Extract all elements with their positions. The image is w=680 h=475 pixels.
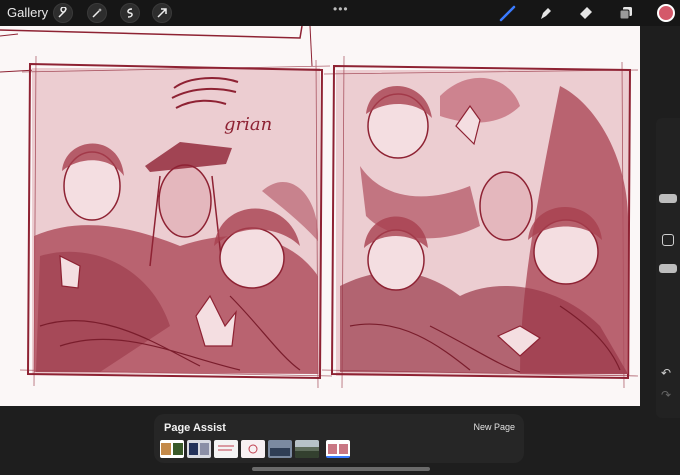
page-assist-panel: Page Assist New Page: [154, 414, 524, 463]
eraser-icon[interactable]: [575, 3, 597, 23]
page-thumbnail[interactable]: [187, 440, 211, 458]
page-thumbnail[interactable]: [268, 440, 292, 458]
side-toolbar: ↶ ↷: [656, 118, 680, 418]
color-picker-button[interactable]: [657, 4, 675, 22]
redo-icon[interactable]: ↷: [661, 388, 671, 402]
comic-panel-right: [321, 55, 639, 389]
page-assist-title: Page Assist: [164, 422, 226, 434]
wrench-icon[interactable]: [53, 3, 73, 23]
modify-button[interactable]: [662, 234, 674, 246]
page-thumbnail[interactable]: [295, 440, 319, 458]
more-options-button[interactable]: •••: [333, 2, 349, 16]
comic-panel-left: grian: [19, 55, 333, 389]
undo-icon[interactable]: ↶: [661, 366, 671, 380]
brush-size-slider[interactable]: [659, 194, 677, 203]
transform-arrow-icon[interactable]: [152, 3, 172, 23]
layers-icon[interactable]: [615, 3, 637, 23]
gallery-button[interactable]: Gallery: [7, 5, 48, 20]
brush-icon[interactable]: [497, 3, 519, 23]
new-page-button[interactable]: New Page: [473, 422, 515, 432]
annotation-text: grian: [224, 114, 272, 135]
page-thumbnail[interactable]: [214, 440, 238, 458]
home-indicator[interactable]: [252, 467, 430, 471]
smudge-icon[interactable]: [535, 3, 557, 23]
drawing-canvas[interactable]: grian: [0, 26, 640, 406]
sketch-artwork: grian: [0, 26, 639, 389]
page-thumbnail[interactable]: [160, 440, 184, 458]
top-toolbar: Gallery •••: [0, 0, 680, 26]
selection-icon[interactable]: [120, 3, 140, 23]
magic-wand-icon[interactable]: [87, 3, 107, 23]
page-thumbnail-selected[interactable]: [326, 440, 350, 458]
brush-opacity-slider[interactable]: [659, 264, 677, 273]
page-thumbnail[interactable]: [241, 440, 265, 458]
